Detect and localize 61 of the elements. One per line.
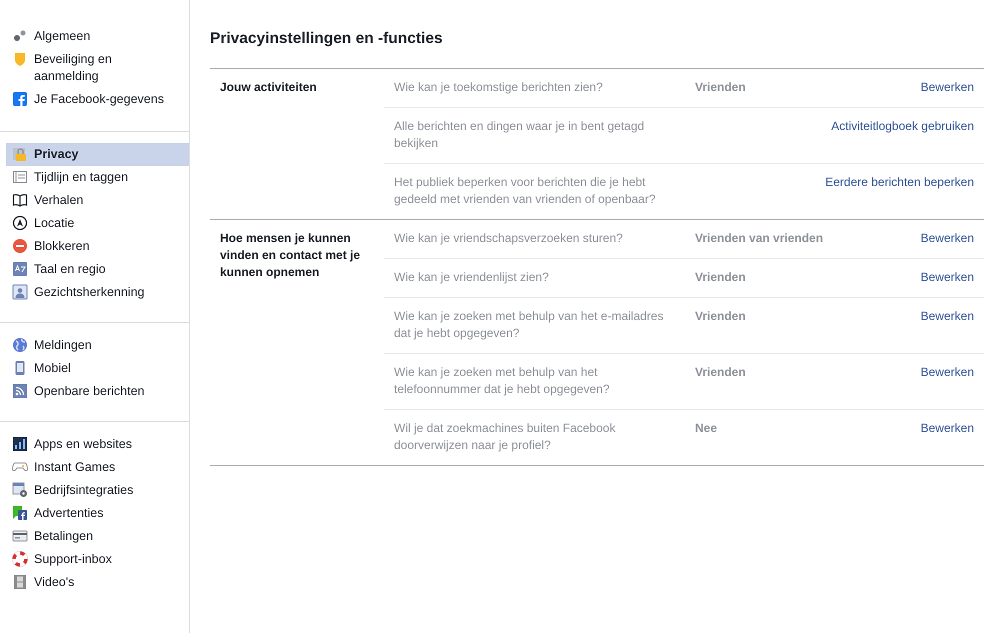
sidebar-item[interactable]: Meldingen [6,334,189,357]
section-heading: Hoe mensen je kunnen vinden en contact met je kunnen opnemen [220,231,360,280]
edit-link[interactable]: Bewerken [920,364,974,382]
facebook-icon [12,91,28,107]
section-heading: Jouw activiteiten [220,80,317,94]
edit-link[interactable]: Bewerken [920,420,974,438]
credit-card-icon [12,528,28,544]
setting-question: Alle berichten en dingen waar je in bent getagd bekijken [394,118,646,152]
sidebar-item[interactable]: Advertenties [6,502,189,525]
globe-icon [12,337,28,353]
edit-link[interactable]: Bewerken [920,230,974,248]
sidebar-item[interactable]: Tijdlijn en taggen [6,166,189,189]
setting-value: Vrienden [695,309,746,324]
block-icon [12,238,28,254]
ad-flag-icon [12,505,28,521]
setting-value: Vrienden [695,80,746,94]
sidebar-item[interactable]: Bedrijfsintegraties [6,479,189,502]
lifebuoy-icon [12,551,28,567]
sidebar-item[interactable]: Openbare berichten [6,380,189,403]
setting-question: Het publiek beperken voor berichten die je hebt gedeeld met vrienden van vrienden of openbaar? [394,174,657,208]
setting-question: Wil je dat zoekmachines buiten Facebook doorverwijzen naar je profiel? [394,420,616,454]
setting-question: Wie kan je zoeken met behulp van het telefoonnummer dat je hebt opgegeven? [394,364,610,398]
setting-question: Wie kan je toekomstige berichten zien? [394,79,604,96]
sidebar-item[interactable]: Support-inbox [6,548,189,571]
film-strip-icon [12,574,28,590]
edit-link[interactable]: Eerdere berichten beperken [825,174,974,192]
shield-icon [12,51,28,67]
sidebar-item[interactable]: Gezichtsherkenning [6,281,189,304]
sidebar-item[interactable]: Algemeen [6,25,189,48]
setting-question: Wie kan je zoeken met behulp van het e-mailadres dat je hebt opgegeven? [394,308,664,342]
edit-link[interactable]: Bewerken [920,79,974,96]
setting-value: Vrienden [695,365,746,380]
sidebar-item[interactable]: Instant Games [6,456,189,479]
sidebar-item[interactable]: Beveiliging en aanmelding [6,48,189,88]
sidebar-item[interactable]: Apps en websites [6,433,189,456]
setting-value: Vrienden van vrienden [695,231,824,246]
sidebar-item[interactable]: Privacy [6,143,189,166]
page-title: Privacyinstellingen en -functies [210,29,444,49]
setting-value: Vrienden [695,270,746,284]
rss-icon [12,383,28,399]
setting-value: Nee [695,421,718,436]
setting-question: Wie kan je vriendschapsverzoeken sturen? [394,230,624,248]
sidebar-item[interactable]: Mobiel [6,357,189,380]
book-icon [12,192,28,208]
face-frame-icon [12,284,28,300]
sidebar-item[interactable]: Je Facebook-gegevens [6,88,189,111]
timeline-icon [12,169,28,185]
window-gear-icon [12,482,28,498]
padlock-icon [12,146,28,162]
sidebar-item[interactable]: Video's [6,571,189,594]
sidebar-item[interactable]: Blokkeren [6,235,189,258]
edit-link[interactable]: Bewerken [920,269,974,286]
setting-question: Wie kan je vriendenlijst zien? [394,269,550,286]
translate-icon [12,261,28,277]
sidebar-item[interactable]: Betalingen [6,525,189,548]
edit-link[interactable]: Bewerken [920,308,974,326]
sidebar-item[interactable]: Locatie [6,212,189,235]
sidebar-item[interactable]: Verhalen [6,189,189,212]
sidebar-item[interactable]: Taal en regio [6,258,189,281]
edit-link[interactable]: Activiteitlogboek gebruiken [831,118,974,136]
apps-grid-icon [12,436,28,452]
